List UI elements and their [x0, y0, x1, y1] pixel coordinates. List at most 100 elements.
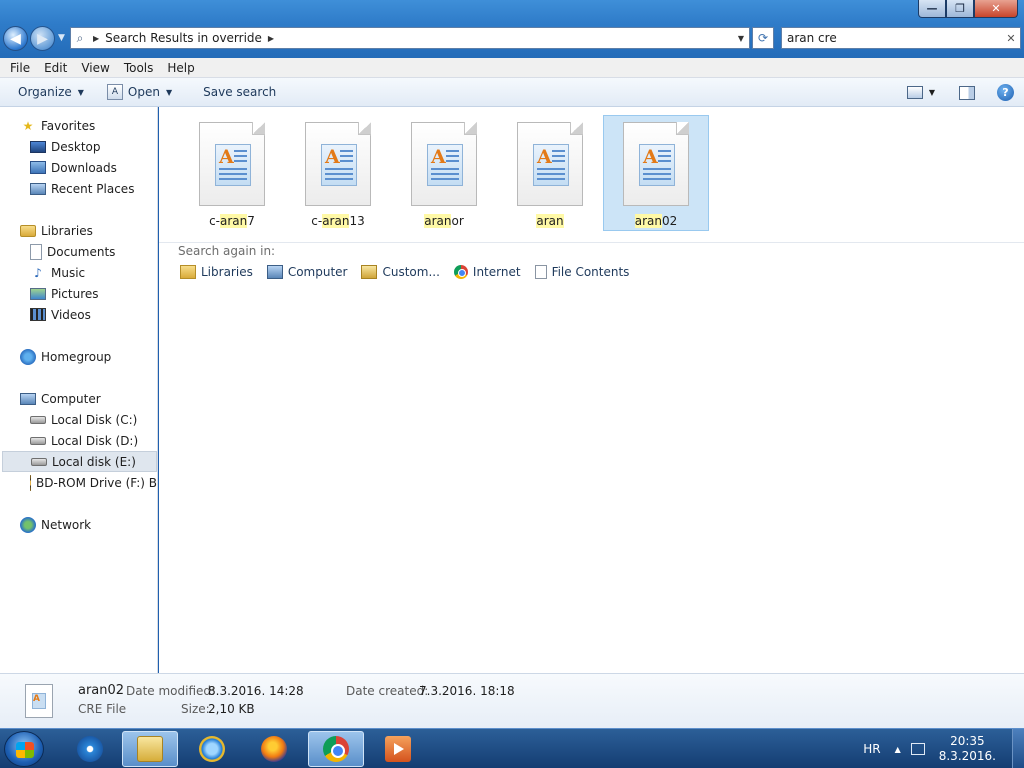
taskbar-chrome[interactable]: [308, 731, 364, 767]
search-input[interactable]: aran cre: [787, 31, 837, 45]
save-search-button[interactable]: Save search: [181, 78, 285, 106]
file-list: A c-aran7 A c-aran13 A aranor A aran A a…: [179, 115, 709, 231]
search-match-highlight: aran: [536, 214, 564, 228]
file-item[interactable]: A c-aran7: [179, 115, 285, 231]
search-match-highlight: aran: [220, 214, 248, 228]
network-status-icon[interactable]: [910, 743, 925, 755]
search-location-icon: ⌕: [76, 30, 84, 45]
minimize-button[interactable]: —: [918, 0, 946, 18]
show-hidden-icons[interactable]: ▲: [895, 745, 901, 754]
nav-favorites[interactable]: ★ Favorites: [0, 115, 157, 136]
open-button[interactable]: A Open ▼: [93, 78, 181, 106]
nav-computer[interactable]: Computer: [0, 388, 157, 409]
view-options-dropdown-icon[interactable]: ▼: [929, 88, 935, 97]
cre-file-icon: A: [517, 122, 583, 206]
nav-drive-d[interactable]: Local Disk (D:): [0, 430, 157, 451]
nav-network[interactable]: Network: [0, 514, 157, 535]
title-bar: — ❐ ✕ ◀ ▶ ▼ ⌕ ▶ Search Results in overri…: [0, 0, 1024, 58]
close-button[interactable]: ✕: [974, 0, 1018, 18]
search-match-highlight: aran: [424, 214, 452, 228]
taskbar-firefox[interactable]: [246, 731, 302, 767]
search-again-libraries[interactable]: Libraries: [180, 265, 253, 279]
chrome-icon: [323, 736, 349, 762]
help-icon[interactable]: ?: [997, 84, 1014, 101]
search-again-internet[interactable]: Internet: [453, 265, 521, 279]
homegroup-group: Homegroup: [0, 346, 157, 367]
organize-button[interactable]: Organize ▼: [0, 78, 93, 106]
file-item[interactable]: A c-aran13: [285, 115, 391, 231]
nav-drive-e[interactable]: Local disk (E:): [2, 451, 157, 472]
search-again-options: Libraries Computer Custom... Internet Fi…: [180, 265, 629, 279]
breadcrumb-chevron-icon[interactable]: ▶: [93, 34, 99, 43]
nav-drive-c[interactable]: Local Disk (C:): [0, 409, 157, 430]
search-again-custom[interactable]: Custom...: [361, 265, 440, 279]
nav-desktop[interactable]: Desktop: [0, 136, 157, 157]
date-modified-value: 8.3.2016. 14:28: [208, 684, 304, 698]
search-again-label: Search again in:: [178, 244, 276, 258]
search-again-computer[interactable]: Computer: [266, 265, 347, 279]
taskbar-explorer[interactable]: [122, 731, 178, 767]
file-name-suffix: 02: [661, 214, 678, 228]
maximize-button[interactable]: ❐: [946, 0, 974, 18]
show-desktop-button[interactable]: [1012, 729, 1024, 768]
file-name: aran: [498, 214, 602, 228]
menu-view[interactable]: View: [74, 61, 116, 75]
file-item[interactable]: A aran: [497, 115, 603, 231]
recent-pages-dropdown[interactable]: ▼: [58, 33, 65, 43]
menu-file[interactable]: File: [3, 61, 37, 75]
refresh-icon: ⟳: [757, 31, 769, 45]
date-modified-label: Date modified:: [126, 684, 216, 698]
address-dropdown-icon[interactable]: ▼: [733, 34, 749, 43]
network-group: Network: [0, 514, 157, 535]
nav-homegroup[interactable]: Homegroup: [0, 346, 157, 367]
nav-recent-places[interactable]: Recent Places: [0, 178, 157, 199]
nav-videos[interactable]: Videos: [0, 304, 157, 325]
star-icon: ★: [22, 118, 34, 133]
change-view-icon[interactable]: [906, 86, 923, 99]
taskbar-media-player[interactable]: [370, 731, 426, 767]
nav-downloads[interactable]: Downloads: [0, 157, 157, 178]
favorites-group: ★ Favorites Desktop Downloads Recent Plac…: [0, 115, 157, 199]
menu-bar: File Edit View Tools Help: [0, 58, 1024, 78]
preview-pane-icon[interactable]: [959, 85, 975, 100]
firefox-icon: [261, 736, 287, 762]
menu-tools[interactable]: Tools: [117, 61, 161, 75]
breadcrumb: ▶ Search Results in override ▶: [89, 31, 274, 45]
file-item-selected[interactable]: A aran02: [603, 115, 709, 231]
open-document-icon: A: [106, 84, 123, 100]
search-box[interactable]: aran cre ✕: [781, 27, 1021, 49]
nav-pictures[interactable]: Pictures: [0, 283, 157, 304]
clock[interactable]: 20:35 8.3.2016.: [939, 734, 996, 764]
breadcrumb-chevron-icon[interactable]: ▶: [268, 34, 274, 43]
hard-disk-icon: [30, 436, 46, 445]
nav-documents[interactable]: Documents: [0, 241, 157, 262]
cre-file-icon: A: [199, 122, 265, 206]
option-label: Internet: [472, 265, 521, 279]
back-button[interactable]: ◀: [3, 26, 28, 51]
libraries-icon: [20, 224, 36, 237]
language-indicator[interactable]: HR: [863, 742, 880, 756]
taskbar-ie[interactable]: [184, 731, 240, 767]
breadcrumb-item[interactable]: Search Results in override: [105, 31, 262, 45]
menu-edit[interactable]: Edit: [37, 61, 74, 75]
cre-file-icon: A: [25, 684, 53, 718]
file-item[interactable]: A aranor: [391, 115, 497, 231]
bd-rom-icon: [30, 474, 32, 491]
refresh-button[interactable]: ⟳: [752, 27, 774, 49]
start-button[interactable]: [4, 731, 44, 767]
nav-label: Music: [51, 265, 86, 280]
nav-drive-f[interactable]: BD-ROM Drive (F:) B: [0, 472, 157, 493]
forward-button[interactable]: ▶: [30, 26, 55, 51]
file-name: aran02: [604, 214, 708, 228]
nav-music[interactable]: ♪ Music: [0, 262, 157, 283]
search-again-file-contents[interactable]: File Contents: [534, 265, 630, 279]
taskbar-app-1[interactable]: [62, 731, 118, 767]
file-name-suffix: or: [451, 214, 464, 228]
chrome-icon: [453, 265, 468, 279]
option-label: File Contents: [551, 265, 630, 279]
file-contents-icon: [534, 265, 547, 279]
menu-help[interactable]: Help: [160, 61, 201, 75]
address-bar[interactable]: ⌕ ▶ Search Results in override ▶ ▼: [70, 27, 750, 49]
nav-libraries[interactable]: Libraries: [0, 220, 157, 241]
clear-search-icon[interactable]: ✕: [1002, 32, 1020, 45]
